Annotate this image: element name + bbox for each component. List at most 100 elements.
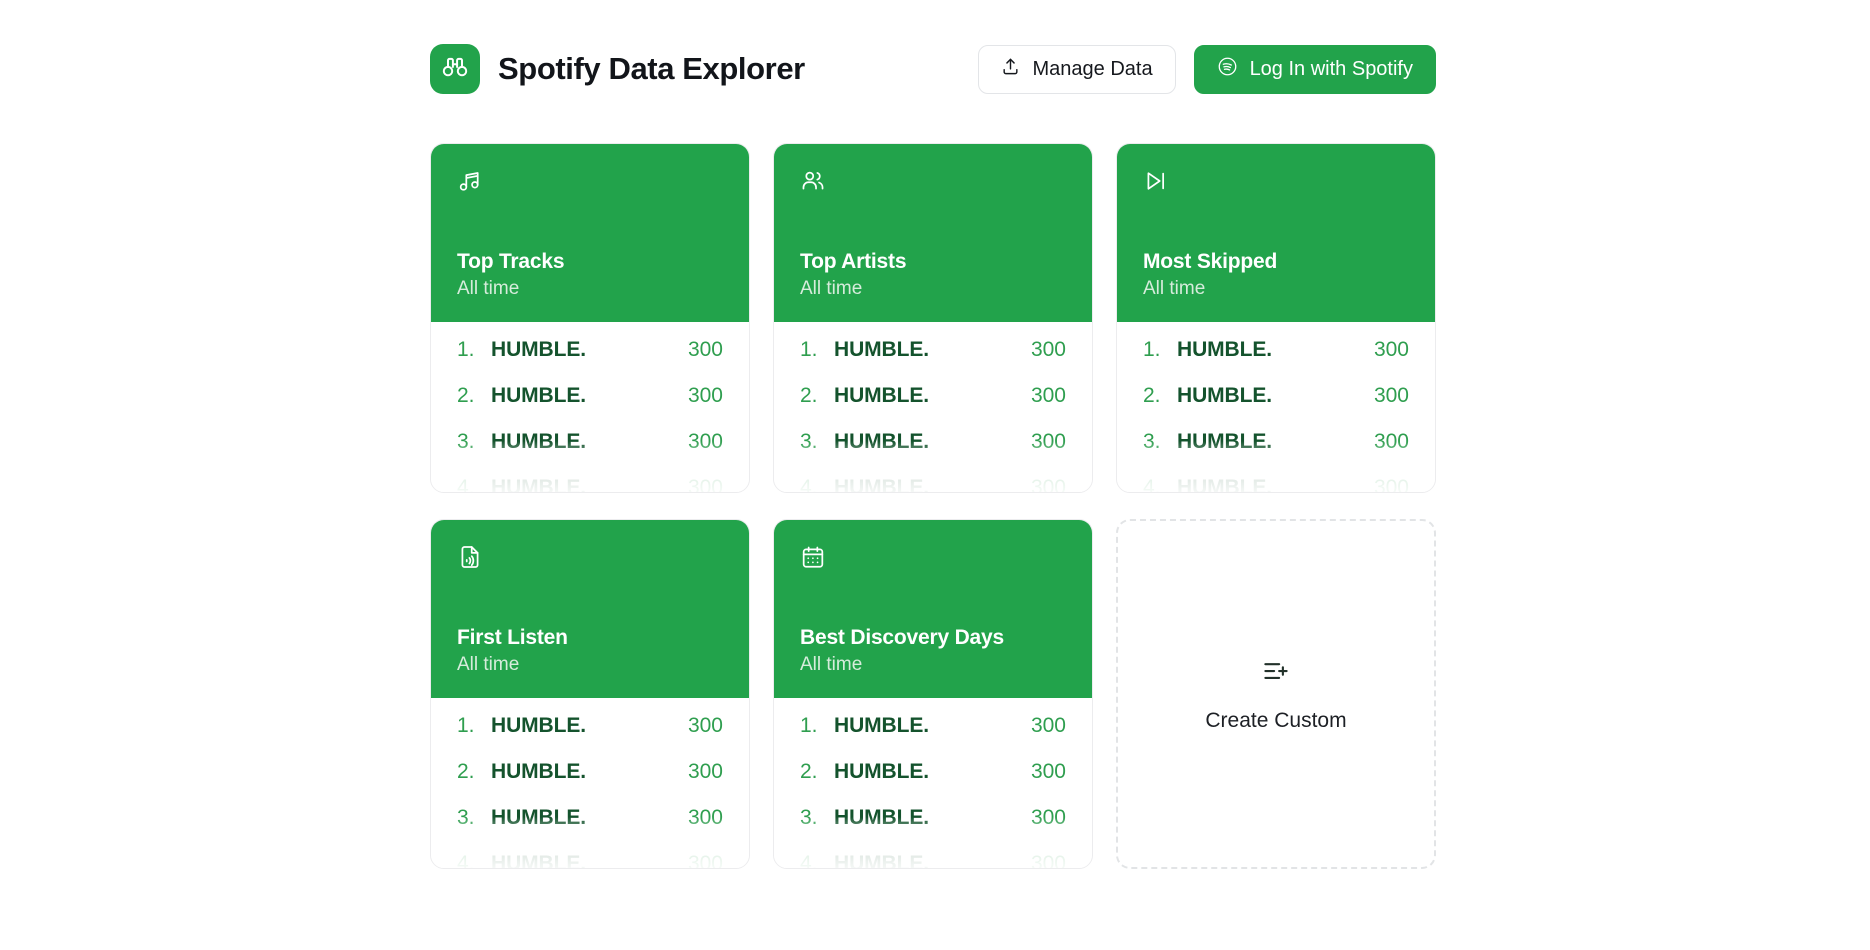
card-most-skipped[interactable]: Most Skipped All time 1. HUMBLE. 300 2. … bbox=[1116, 143, 1436, 493]
row-rank: 2. bbox=[457, 760, 475, 783]
row-rank: 2. bbox=[457, 384, 475, 407]
row-rank: 4. bbox=[457, 476, 475, 493]
card-titles: Most Skipped All time bbox=[1143, 249, 1409, 302]
card-header: First Listen All time bbox=[431, 520, 749, 698]
list-item[interactable]: 2. HUMBLE. 300 bbox=[1143, 384, 1409, 430]
card-list[interactable]: 1. HUMBLE. 300 2. HUMBLE. 300 3. HUMBLE.… bbox=[1117, 322, 1435, 493]
file-audio-icon bbox=[457, 544, 723, 578]
row-value: 300 bbox=[1030, 806, 1066, 829]
list-item[interactable]: 2. HUMBLE. 300 bbox=[800, 760, 1066, 806]
row-rank: 3. bbox=[1143, 430, 1161, 453]
card-top-tracks[interactable]: Top Tracks All time 1. HUMBLE. 300 2. HU… bbox=[430, 143, 750, 493]
upload-icon bbox=[1001, 57, 1020, 82]
row-rank: 1. bbox=[800, 714, 818, 737]
list-item[interactable]: 1. HUMBLE. 300 bbox=[800, 714, 1066, 760]
row-rank: 2. bbox=[1143, 384, 1161, 407]
manage-data-label: Manage Data bbox=[1032, 57, 1153, 80]
list-plus-icon bbox=[1261, 656, 1291, 691]
row-label: HUMBLE. bbox=[491, 806, 586, 829]
row-rank: 2. bbox=[800, 760, 818, 783]
row-label: HUMBLE. bbox=[491, 760, 586, 783]
row-rank: 1. bbox=[800, 338, 818, 361]
header-actions: Manage Data Log In with Spotify bbox=[978, 44, 1436, 94]
row-rank: 1. bbox=[457, 714, 475, 737]
list-item[interactable]: 2. HUMBLE. 300 bbox=[457, 760, 723, 806]
card-title: Top Tracks bbox=[457, 250, 565, 274]
card-grid: Top Tracks All time 1. HUMBLE. 300 2. HU… bbox=[430, 143, 1436, 869]
row-value: 300 bbox=[1373, 430, 1409, 453]
card-header: Best Discovery Days All time bbox=[774, 520, 1092, 698]
card-title: Most Skipped bbox=[1143, 250, 1278, 274]
list-item[interactable]: 1. HUMBLE. 300 bbox=[457, 338, 723, 384]
binoculars-icon bbox=[441, 53, 469, 86]
list-item[interactable]: 3. HUMBLE. 300 bbox=[1143, 430, 1409, 476]
row-value: 300 bbox=[1030, 476, 1066, 493]
row-value: 300 bbox=[687, 476, 723, 493]
music-note-icon bbox=[457, 168, 723, 202]
row-label: HUMBLE. bbox=[834, 806, 929, 829]
list-item[interactable]: 4. HUMBLE. 300 bbox=[800, 476, 1066, 493]
list-item[interactable]: 3. HUMBLE. 300 bbox=[457, 806, 723, 852]
login-with-spotify-label: Log In with Spotify bbox=[1249, 57, 1413, 80]
row-value: 300 bbox=[1030, 714, 1066, 737]
row-label: HUMBLE. bbox=[1177, 476, 1272, 493]
card-titles: Best Discovery Days All time bbox=[800, 625, 1066, 678]
card-list[interactable]: 1. HUMBLE. 300 2. HUMBLE. 300 3. HUMBLE.… bbox=[431, 698, 749, 869]
card-header: Most Skipped All time bbox=[1117, 144, 1435, 322]
row-value: 300 bbox=[687, 384, 723, 407]
list-item[interactable]: 1. HUMBLE. 300 bbox=[800, 338, 1066, 384]
card-subtitle: All time bbox=[457, 654, 520, 676]
card-top-artists[interactable]: Top Artists All time 1. HUMBLE. 300 2. H… bbox=[773, 143, 1093, 493]
app-logo bbox=[430, 44, 480, 94]
card-subtitle: All time bbox=[1143, 278, 1206, 300]
calendar-icon bbox=[800, 544, 1066, 578]
card-list[interactable]: 1. HUMBLE. 300 2. HUMBLE. 300 3. HUMBLE.… bbox=[431, 322, 749, 493]
manage-data-button[interactable]: Manage Data bbox=[978, 44, 1176, 94]
card-title: Top Artists bbox=[800, 250, 907, 274]
row-rank: 3. bbox=[457, 806, 475, 829]
list-item[interactable]: 1. HUMBLE. 300 bbox=[1143, 338, 1409, 384]
list-item[interactable]: 4. HUMBLE. 300 bbox=[457, 852, 723, 869]
row-rank: 4. bbox=[800, 476, 818, 493]
card-subtitle: All time bbox=[800, 654, 863, 676]
row-label: HUMBLE. bbox=[834, 430, 929, 453]
row-rank: 2. bbox=[800, 384, 818, 407]
card-titles: Top Artists All time bbox=[800, 249, 1066, 302]
row-label: HUMBLE. bbox=[834, 384, 929, 407]
card-first-listen[interactable]: First Listen All time 1. HUMBLE. 300 2. … bbox=[430, 519, 750, 869]
row-value: 300 bbox=[1373, 338, 1409, 361]
row-label: HUMBLE. bbox=[491, 338, 586, 361]
row-value: 300 bbox=[687, 714, 723, 737]
card-best-discovery-days[interactable]: Best Discovery Days All time 1. HUMBLE. … bbox=[773, 519, 1093, 869]
spotify-icon bbox=[1217, 56, 1238, 83]
login-with-spotify-button[interactable]: Log In with Spotify bbox=[1193, 44, 1436, 94]
row-label: HUMBLE. bbox=[491, 852, 586, 869]
row-value: 300 bbox=[1030, 760, 1066, 783]
row-rank: 4. bbox=[457, 852, 475, 869]
row-label: HUMBLE. bbox=[834, 714, 929, 737]
list-item[interactable]: 4. HUMBLE. 300 bbox=[457, 476, 723, 493]
list-item[interactable]: 4. HUMBLE. 300 bbox=[800, 852, 1066, 869]
list-item[interactable]: 3. HUMBLE. 300 bbox=[800, 806, 1066, 852]
card-list[interactable]: 1. HUMBLE. 300 2. HUMBLE. 300 3. HUMBLE.… bbox=[774, 698, 1092, 869]
row-label: HUMBLE. bbox=[834, 852, 929, 869]
create-custom-tile[interactable]: Create Custom bbox=[1116, 519, 1436, 869]
row-value: 300 bbox=[1030, 430, 1066, 453]
row-value: 300 bbox=[1030, 852, 1066, 869]
row-value: 300 bbox=[1373, 476, 1409, 493]
list-item[interactable]: 3. HUMBLE. 300 bbox=[800, 430, 1066, 476]
row-rank: 3. bbox=[800, 430, 818, 453]
row-value: 300 bbox=[687, 806, 723, 829]
list-item[interactable]: 1. HUMBLE. 300 bbox=[457, 714, 723, 760]
row-value: 300 bbox=[687, 852, 723, 869]
row-label: HUMBLE. bbox=[1177, 430, 1272, 453]
list-item[interactable]: 4. HUMBLE. 300 bbox=[1143, 476, 1409, 493]
list-item[interactable]: 3. HUMBLE. 300 bbox=[457, 430, 723, 476]
row-label: HUMBLE. bbox=[834, 476, 929, 493]
list-item[interactable]: 2. HUMBLE. 300 bbox=[457, 384, 723, 430]
row-rank: 4. bbox=[1143, 476, 1161, 493]
card-list[interactable]: 1. HUMBLE. 300 2. HUMBLE. 300 3. HUMBLE.… bbox=[774, 322, 1092, 493]
row-rank: 3. bbox=[800, 806, 818, 829]
list-item[interactable]: 2. HUMBLE. 300 bbox=[800, 384, 1066, 430]
row-label: HUMBLE. bbox=[491, 384, 586, 407]
